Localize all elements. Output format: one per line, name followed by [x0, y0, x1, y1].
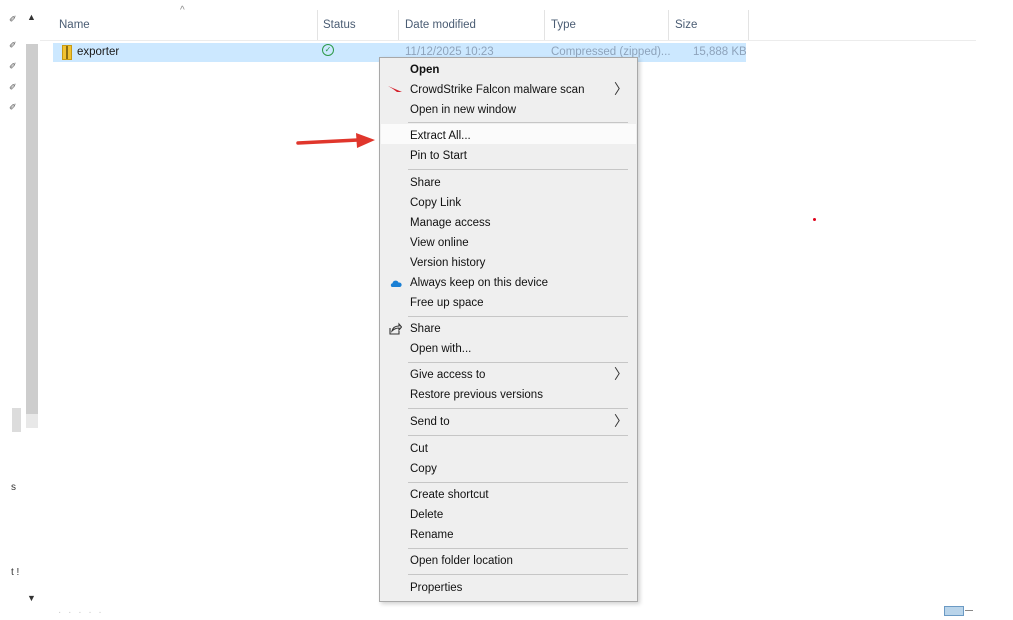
pin-icon: ✐ [9, 40, 17, 50]
menu-separator [408, 122, 628, 123]
status-bar-fragment: · · · · · [58, 607, 104, 618]
column-divider[interactable] [317, 10, 318, 40]
menu-item-share[interactable]: Share [410, 323, 441, 335]
red-dot-marker [813, 218, 816, 221]
menu-item-always-keep[interactable]: Always keep on this device [410, 277, 548, 289]
nav-item-fragment[interactable]: s [11, 482, 16, 493]
falcon-icon [388, 86, 402, 92]
menu-item-copy-link[interactable]: Copy Link [410, 197, 461, 209]
menu-separator [408, 362, 628, 363]
cloud-icon [390, 280, 402, 287]
nav-scrollbar-fragment [12, 408, 21, 432]
menu-item-manage-access[interactable]: Manage access [410, 217, 491, 229]
chevron-right-icon: 〉 [614, 413, 628, 429]
column-header-status[interactable]: Status [323, 19, 356, 31]
nav-item-fragment[interactable]: t ! [11, 567, 19, 578]
column-divider[interactable] [748, 10, 749, 40]
menu-separator [408, 169, 628, 170]
pin-icon: ✐ [9, 102, 17, 112]
menu-item-create-shortcut[interactable]: Create shortcut [410, 489, 489, 501]
column-divider[interactable] [544, 10, 545, 40]
menu-item-open-new-window[interactable]: Open in new window [410, 104, 516, 116]
chevron-right-icon: 〉 [614, 81, 628, 97]
menu-item-send-to[interactable]: Send to [410, 416, 450, 428]
menu-item-restore-previous-versions[interactable]: Restore previous versions [410, 389, 543, 401]
sync-ok-icon: ✓ [322, 44, 334, 56]
nav-scrollbar-thumb[interactable] [26, 44, 38, 414]
menu-item-share-onedrive[interactable]: Share [410, 177, 441, 189]
header-divider [40, 40, 976, 41]
menu-item-extract-all[interactable]: Extract All... [410, 130, 471, 142]
menu-separator [408, 408, 628, 409]
column-header-size[interactable]: Size [675, 19, 697, 31]
menu-item-pin-to-start[interactable]: Pin to Start [410, 150, 467, 162]
navigation-pane: ✐ ✐ ✐ ✐ ✐ ▲ ▼ s t ! [0, 0, 38, 620]
details-view-icon[interactable] [944, 606, 964, 616]
pin-icon: ✐ [9, 61, 17, 71]
menu-separator [408, 548, 628, 549]
tiles-view-icon[interactable] [965, 610, 973, 611]
menu-item-copy[interactable]: Copy [410, 463, 437, 475]
sort-ascending-icon: ^ [180, 5, 185, 16]
column-divider[interactable] [668, 10, 669, 40]
menu-item-give-access-to[interactable]: Give access to [410, 369, 485, 381]
context-menu: Open CrowdStrike Falcon malware scan 〉 O… [379, 57, 638, 602]
menu-separator [408, 482, 628, 483]
menu-item-open[interactable]: Open [410, 64, 439, 76]
chevron-right-icon: 〉 [614, 366, 628, 382]
menu-item-rename[interactable]: Rename [410, 529, 453, 541]
menu-item-crowdstrike-scan[interactable]: CrowdStrike Falcon malware scan [410, 84, 584, 96]
menu-separator [408, 316, 628, 317]
menu-item-open-with[interactable]: Open with... [410, 343, 471, 355]
menu-item-delete[interactable]: Delete [410, 509, 443, 521]
share-icon [389, 322, 402, 335]
column-header-name[interactable]: Name [59, 19, 90, 31]
menu-separator [408, 435, 628, 436]
column-divider[interactable] [398, 10, 399, 40]
scroll-down-icon[interactable]: ▼ [27, 593, 36, 603]
menu-item-free-up-space[interactable]: Free up space [410, 297, 484, 309]
pin-icon: ✐ [9, 82, 17, 92]
column-header-type[interactable]: Type [551, 19, 576, 31]
menu-item-view-online[interactable]: View online [410, 237, 469, 249]
scroll-up-icon[interactable]: ▲ [27, 12, 36, 22]
zip-folder-icon [62, 45, 72, 60]
menu-separator [408, 574, 628, 575]
pin-icon: ✐ [9, 14, 17, 24]
file-name[interactable]: exporter [77, 46, 119, 58]
menu-item-version-history[interactable]: Version history [410, 257, 485, 269]
file-size: 15,888 KB [693, 46, 747, 58]
menu-item-properties[interactable]: Properties [410, 582, 462, 594]
red-arrow-icon [296, 133, 375, 148]
menu-item-open-folder-location[interactable]: Open folder location [410, 555, 513, 567]
column-header-date-modified[interactable]: Date modified [405, 19, 476, 31]
menu-item-cut[interactable]: Cut [410, 443, 428, 455]
